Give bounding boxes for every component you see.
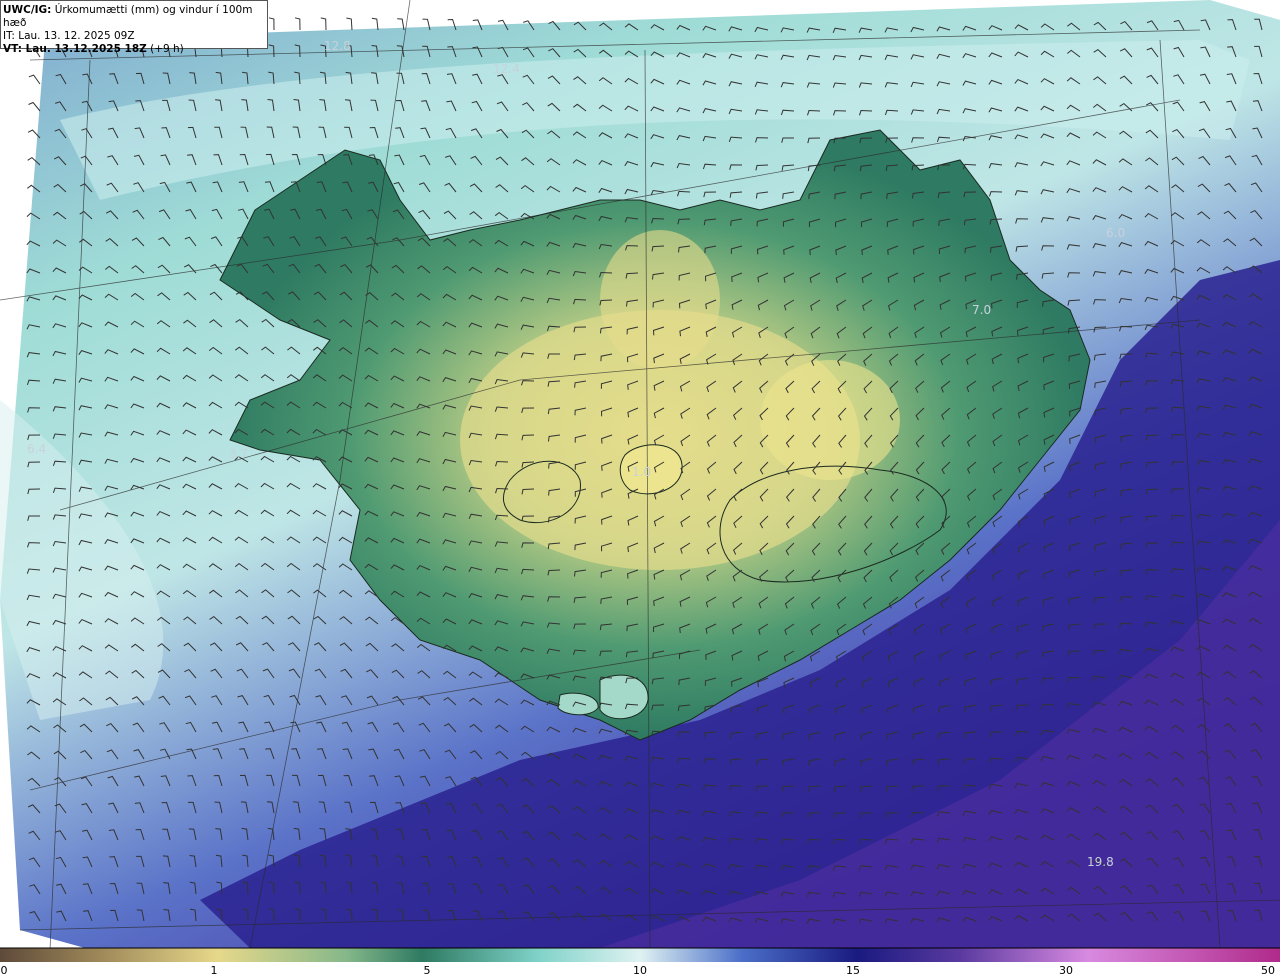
wind-barb-icon [371,17,379,31]
value-label: 3.7 [229,447,248,461]
colorbar-tick: 0 [0,964,8,977]
colorbar-tick: 15 [846,964,860,977]
wind-barb-icon [346,17,353,31]
colorbar-tick: 10 [633,964,647,977]
colorbar-tick: 50 [1261,964,1275,977]
wind-barb-icon [268,17,275,31]
wind-barb-icon [294,17,301,31]
colorbar-tick: 30 [1059,964,1073,977]
value-label: 6.0 [1106,226,1125,240]
glacier-myrdalsjokull [599,674,649,720]
value-label: 19.8 [1087,855,1114,869]
colorbar [0,948,1280,962]
lead-time: (+9 h) [146,43,184,55]
colorbar-tick: 1 [210,964,218,977]
colorbar-tick: 5 [423,964,431,977]
product-code: UWC/IG: [3,4,52,16]
value-label: 12.4 [493,62,520,76]
wind-barb-icon [28,74,41,85]
wind-barb-icon [28,101,41,112]
value-label: 1.0 [632,465,651,479]
valid-time: VT: Lau. 13.12.2025 18Z [3,43,147,55]
value-label: 6.4 [27,442,46,456]
init-time: IT: Lau. 13. 12. 2025 09Z [3,30,135,42]
wind-barb-icon [320,17,327,31]
precipitation-map: 12.8 12.4 6.0 7.0 6.4 3.7 1.0 19.8 [0,0,1280,962]
map-info-box: UWC/IG: Úrkomumætti (mm) og vindur í 100… [0,0,268,55]
value-label: 7.0 [972,303,991,317]
colorbar-labels: 0 1 5 10 15 30 50 [0,962,1280,978]
value-label: 12.8 [324,39,351,53]
